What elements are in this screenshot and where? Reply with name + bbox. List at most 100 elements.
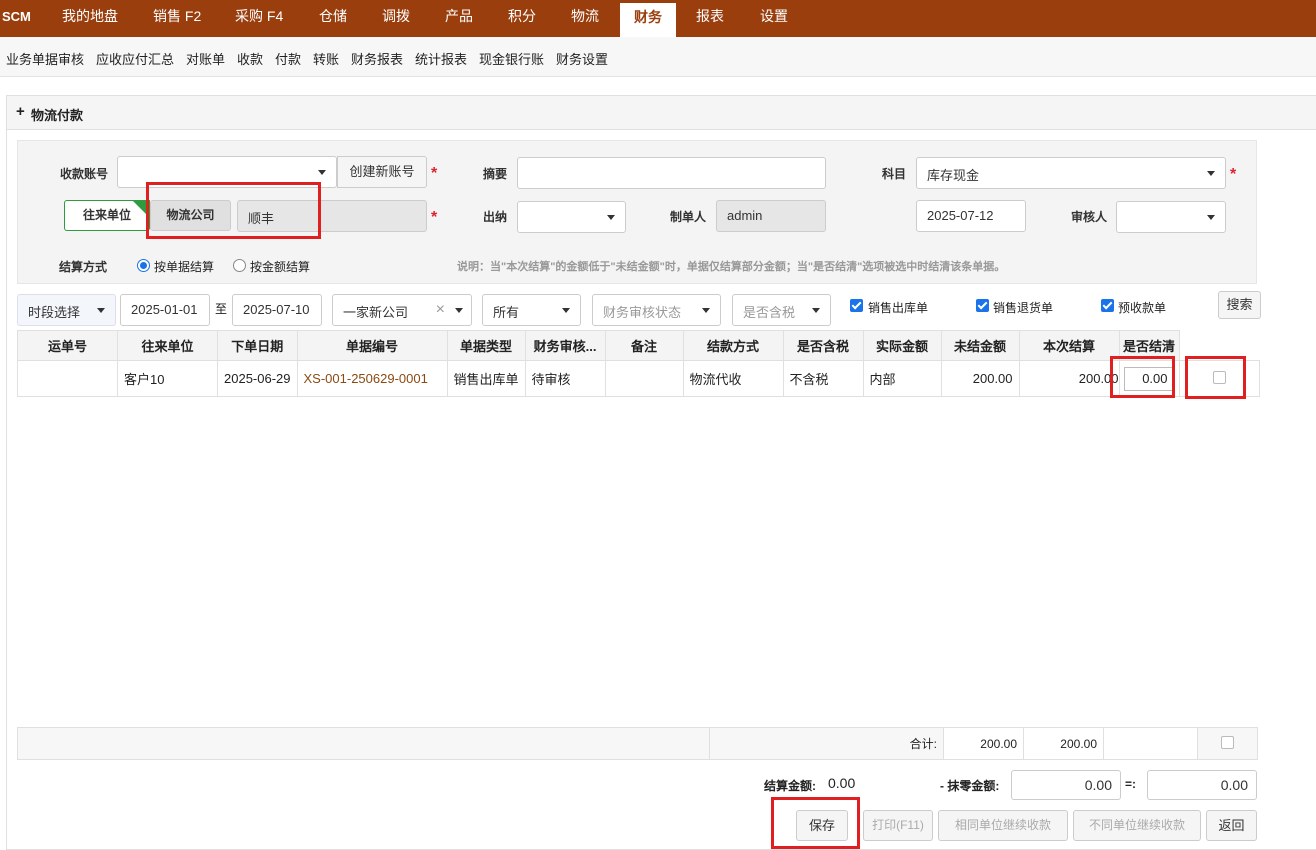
cell-audit: 待审核 bbox=[524, 360, 606, 397]
round-amount-label: - 抹零金额: bbox=[940, 779, 1000, 793]
same-unit-continue-button[interactable]: 相同单位继续收款 bbox=[938, 810, 1068, 841]
col-header-remark[interactable]: 备注 bbox=[604, 330, 684, 361]
totals-label: 合计: bbox=[709, 727, 944, 760]
back-button[interactable]: 返回 bbox=[1206, 810, 1257, 841]
date-field[interactable]: 2025-07-12 bbox=[916, 200, 1026, 232]
subject-select[interactable]: 库存现金 bbox=[916, 157, 1226, 189]
brand-logo[interactable]: SCM bbox=[2, 0, 31, 37]
cell-actual: 内部 bbox=[862, 360, 942, 397]
print-button[interactable]: 打印(F11) bbox=[863, 810, 933, 841]
prepay-label[interactable]: 预收款单 bbox=[1118, 299, 1166, 316]
col-header-doc-no[interactable]: 单据编号 bbox=[296, 330, 448, 361]
create-account-button[interactable]: 创建新账号 bbox=[337, 156, 427, 188]
cell-unsettled: 200.00 bbox=[940, 360, 1020, 397]
panel-header: + 物流付款 bbox=[7, 96, 1316, 130]
cashier-label: 出纳 bbox=[483, 210, 508, 224]
chevron-down-icon bbox=[455, 308, 463, 313]
cell-pay-method: 物流代收 bbox=[682, 360, 784, 397]
sales-return-label[interactable]: 销售退货单 bbox=[993, 299, 1053, 316]
col-header-waybill[interactable]: 运单号 bbox=[17, 330, 118, 361]
nav-item-purchase[interactable]: 采购 F4 bbox=[235, 0, 283, 37]
period-select[interactable]: 时段选择 bbox=[17, 294, 116, 326]
table-header-row: 运单号 往来单位 下单日期 单据编号 单据类型 财务审核... 备注 结款方式 … bbox=[17, 330, 1260, 361]
nav-item-reports[interactable]: 报表 bbox=[696, 0, 724, 37]
chevron-down-icon bbox=[562, 308, 570, 313]
auditor-select[interactable] bbox=[1116, 201, 1226, 233]
nav-item-warehouse[interactable]: 仓储 bbox=[319, 0, 347, 37]
subnav-transfer[interactable]: 转账 bbox=[313, 49, 339, 68]
cell-date: 2025-06-29 bbox=[217, 360, 298, 397]
col-header-party[interactable]: 往来单位 bbox=[117, 330, 218, 361]
party-button[interactable]: 往来单位 bbox=[64, 200, 150, 231]
summary-input[interactable] bbox=[517, 157, 826, 189]
nav-item-points[interactable]: 积分 bbox=[508, 0, 536, 37]
chevron-down-icon bbox=[702, 308, 710, 313]
prepay-checkbox[interactable] bbox=[1101, 299, 1114, 312]
top-nav: SCM 我的地盘 销售 F2 采购 F4 仓储 调拨 产品 积分 物流 财务 报… bbox=[0, 0, 1316, 37]
subnav-stats-report[interactable]: 统计报表 bbox=[415, 49, 467, 68]
subnav-receipt[interactable]: 收款 bbox=[237, 49, 263, 68]
panel-title: 物流付款 bbox=[31, 108, 84, 123]
col-header-unsettled[interactable]: 未结金额 bbox=[940, 330, 1020, 361]
tax-select[interactable]: 是否含税 bbox=[732, 294, 831, 326]
sales-out-label[interactable]: 销售出库单 bbox=[868, 299, 928, 316]
col-header-actual[interactable]: 实际金额 bbox=[862, 330, 942, 361]
cell-doc-type: 销售出库单 bbox=[446, 360, 526, 397]
date-to-input[interactable]: 2025-07-10 bbox=[232, 294, 322, 326]
col-header-this-settle[interactable]: 本次结算 bbox=[1018, 330, 1120, 361]
col-header-doc-type[interactable]: 单据类型 bbox=[446, 330, 526, 361]
nav-item-settings[interactable]: 设置 bbox=[760, 0, 788, 37]
settle-amount-value: 0.00 bbox=[828, 775, 856, 791]
required-mark: * bbox=[431, 209, 438, 226]
cashier-select[interactable] bbox=[517, 201, 626, 233]
cell-tax: 不含税 bbox=[782, 360, 864, 397]
settle-by-amount-radio[interactable] bbox=[233, 259, 246, 272]
cell-doc-no-link[interactable]: XS-001-250629-0001 bbox=[296, 360, 448, 397]
subnav-payment[interactable]: 付款 bbox=[275, 49, 301, 68]
round-amount-input[interactable]: 0.00 bbox=[1011, 770, 1121, 800]
settle-by-doc-label[interactable]: 按单据结算 bbox=[154, 258, 214, 275]
table-row[interactable]: 客户10 2025-06-29 XS-001-250629-0001 销售出库单… bbox=[17, 360, 1260, 397]
highlight-box bbox=[1185, 356, 1246, 399]
chevron-down-icon bbox=[607, 215, 615, 220]
company-select[interactable]: 一家新公司 × bbox=[332, 294, 472, 326]
settle-all-checkbox[interactable] bbox=[1221, 735, 1234, 749]
sales-out-checkbox[interactable] bbox=[850, 299, 863, 312]
settle-amount-label: 结算金额: bbox=[764, 779, 816, 793]
col-header-audit[interactable]: 财务审核... bbox=[524, 330, 606, 361]
settle-by-doc-radio[interactable] bbox=[137, 259, 150, 272]
nav-item-finance[interactable]: 财务 bbox=[620, 3, 676, 37]
auditor-label: 审核人 bbox=[1071, 210, 1108, 224]
date-from-input[interactable]: 2025-01-01 bbox=[120, 294, 210, 326]
chevron-down-icon bbox=[1207, 215, 1215, 220]
col-header-tax[interactable]: 是否含税 bbox=[782, 330, 864, 361]
sales-return-checkbox[interactable] bbox=[976, 299, 989, 312]
nav-item-my-site[interactable]: 我的地盘 bbox=[62, 0, 118, 37]
subnav-finance-report[interactable]: 财务报表 bbox=[351, 49, 403, 68]
maker-field: admin bbox=[716, 200, 826, 232]
nav-item-product[interactable]: 产品 bbox=[445, 0, 473, 37]
all-select[interactable]: 所有 bbox=[482, 294, 581, 326]
col-header-pay-method[interactable]: 结款方式 bbox=[682, 330, 784, 361]
subnav-ar-ap-summary[interactable]: 应收应付汇总 bbox=[96, 49, 174, 68]
diff-unit-continue-button[interactable]: 不同单位继续收款 bbox=[1073, 810, 1201, 841]
subnav-statement[interactable]: 对账单 bbox=[186, 49, 225, 68]
search-button[interactable]: 搜索 bbox=[1218, 291, 1261, 319]
final-amount-input[interactable]: 0.00 bbox=[1147, 770, 1257, 800]
required-mark: * bbox=[431, 165, 438, 182]
plus-icon[interactable]: + bbox=[16, 103, 25, 120]
sub-nav: 业务单据审核 应收应付汇总 对账单 收款 付款 转账 财务报表 统计报表 现金银… bbox=[0, 37, 1316, 77]
nav-item-logistics[interactable]: 物流 bbox=[571, 0, 599, 37]
settle-by-amount-label[interactable]: 按金额结算 bbox=[250, 258, 310, 275]
subnav-doc-audit[interactable]: 业务单据审核 bbox=[6, 49, 84, 68]
highlight-box bbox=[771, 797, 860, 849]
subnav-cash-bank[interactable]: 现金银行账 bbox=[479, 49, 544, 68]
audit-status-select[interactable]: 财务审核状态 bbox=[592, 294, 721, 326]
subnav-finance-settings[interactable]: 财务设置 bbox=[556, 49, 608, 68]
nav-item-sales[interactable]: 销售 F2 bbox=[153, 0, 201, 37]
col-header-date[interactable]: 下单日期 bbox=[217, 330, 298, 361]
nav-item-transfer[interactable]: 调拨 bbox=[382, 0, 410, 37]
clear-icon[interactable]: × bbox=[436, 301, 445, 319]
account-label: 收款账号 bbox=[60, 167, 109, 181]
totals-checkbox-cell bbox=[1197, 727, 1258, 760]
